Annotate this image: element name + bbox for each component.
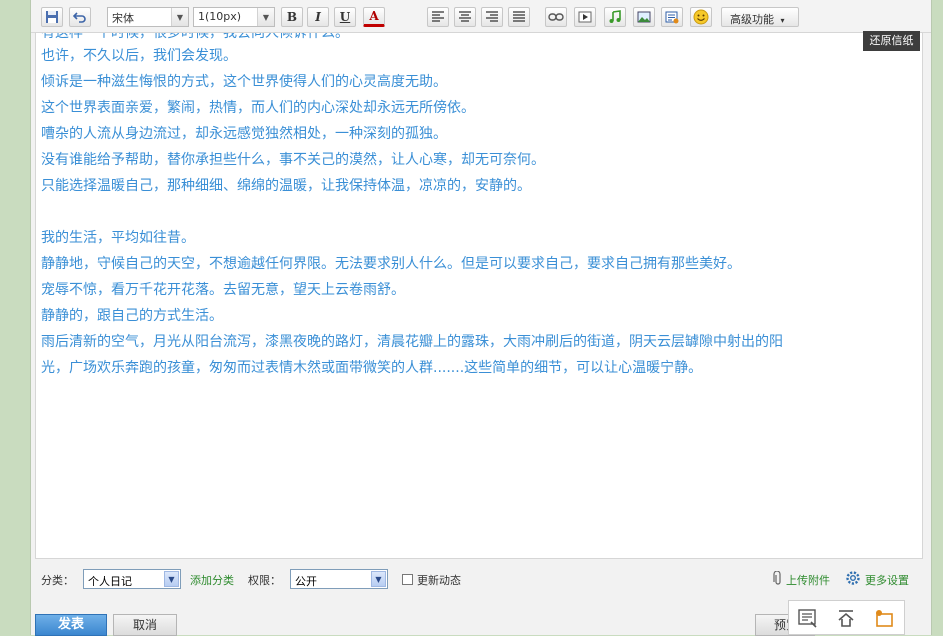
bold-button[interactable]: B (281, 7, 303, 27)
undo-icon[interactable] (69, 7, 91, 27)
add-category-link[interactable]: 添加分类 (190, 572, 234, 588)
font-name-value: 宋体 (112, 12, 134, 25)
category-label: 分类： (41, 574, 74, 587)
align-left-icon[interactable] (427, 7, 449, 27)
emoji-icon[interactable] (690, 7, 712, 27)
image-icon[interactable] (633, 7, 655, 27)
post-settings-bar: 分类： 个人日记 ▼ 添加分类 权限： 公开 ▼ 更新动态 上传附件 更多设置 (35, 560, 923, 600)
chevron-down-icon: ▼ (164, 571, 179, 587)
category-select[interactable]: 个人日记 ▼ (83, 569, 181, 589)
video-icon[interactable] (574, 7, 596, 27)
permission-select[interactable]: 公开 ▼ (290, 569, 388, 589)
gear-icon (845, 570, 861, 589)
list-icon[interactable] (797, 607, 821, 629)
advanced-features-label: 高级功能 (730, 13, 774, 26)
editor-toolbar: 宋体 ▼ 1(10px) ▼ B I U A 高级功能 ▾ (31, 0, 931, 33)
editor-line: 静静地，守候自己的天空，不想逾越任何界限。无法要求别人什么。但是可以要求自己，要… (41, 256, 741, 272)
editor-line: 只能选择温暖自己，那种细细、绵绵的温暖，让我保持体温，凉凉的，安静的。 (41, 178, 531, 194)
align-center-icon[interactable] (454, 7, 476, 27)
permission-label: 权限： (248, 574, 281, 587)
editor-line: 嘈杂的人流从身边流过，却永远感觉独然相处，一种深刻的孤独。 (41, 126, 447, 142)
music-icon[interactable] (604, 7, 626, 27)
editor-line: 静静的，跟自己的方式生活。 (41, 308, 223, 324)
chevron-down-icon: ▼ (171, 8, 188, 26)
align-justify-icon[interactable] (508, 7, 530, 27)
editor-line: 雨后清新的空气，月光从阳台流泻，漆黑夜晚的路灯，清晨花瓣上的露珠，大雨冲刷后的街… (41, 334, 783, 350)
tag-icon[interactable] (873, 607, 897, 629)
update-feed-checkbox[interactable] (402, 574, 413, 585)
cancel-button[interactable]: 取消 (113, 614, 177, 636)
chevron-down-icon: ▼ (371, 571, 386, 587)
advanced-features-button[interactable]: 高级功能 ▾ (721, 7, 799, 27)
update-feed-label: 更新动态 (417, 574, 461, 587)
editor-line: 没有谁能给予帮助，替你承担些什么，事不关己的漠然，让人心寒，却无可奈何。 (41, 152, 545, 168)
italic-button[interactable]: I (307, 7, 329, 27)
editor-line: 宠辱不惊，看万千花开花落。去留无意，望天上云卷雨舒。 (41, 282, 405, 298)
font-color-button[interactable]: A (363, 7, 385, 27)
paperclip-icon (773, 570, 783, 589)
upload-attachment-link[interactable]: 上传附件 (786, 572, 830, 588)
insert-card-icon[interactable] (661, 7, 683, 27)
category-value: 个人日记 (88, 575, 132, 588)
font-size-select[interactable]: 1(10px) ▼ (193, 7, 275, 27)
font-size-value: 1(10px) (198, 10, 242, 23)
editor-line: 这个世界表面亲爱，繁闹，热情，而人们的内心深处却永远无所傍依。 (41, 100, 475, 116)
permission-value: 公开 (295, 575, 317, 588)
editor-line: 我的生活，平均如往昔。 (41, 230, 195, 246)
rich-text-editor[interactable]: 有这样一个时候，很多时候，我会向人倾诉什么。 也许，不久以后，我们会发现。 倾诉… (35, 32, 923, 559)
editor-line: 光，广场欢乐奔跑的孩童，匆匆而过表情木然或面带微笑的人群.......这些简单的… (41, 360, 703, 376)
save-icon[interactable] (41, 7, 63, 27)
back-to-top-icon[interactable] (835, 607, 859, 629)
more-settings-link[interactable]: 更多设置 (865, 572, 909, 588)
blog-editor-frame: 宋体 ▼ 1(10px) ▼ B I U A 高级功能 ▾ 有这样一个时候，很多… (30, 0, 932, 636)
chevron-down-icon: ▾ (780, 16, 785, 25)
restore-paper-button[interactable]: 还原信纸 (863, 31, 920, 51)
editor-line: 倾诉是一种滋生悔恨的方式，这个世界使得人们的心灵高度无助。 (41, 74, 447, 90)
align-right-icon[interactable] (481, 7, 503, 27)
editor-line: 也许，不久以后，我们会发现。 (41, 48, 237, 64)
chevron-down-icon: ▼ (257, 8, 274, 26)
font-name-select[interactable]: 宋体 ▼ (107, 7, 189, 27)
link-icon[interactable] (545, 7, 567, 27)
publish-button[interactable]: 发表 (35, 614, 107, 636)
floating-toolbar (788, 600, 905, 635)
underline-button[interactable]: U (334, 7, 356, 27)
